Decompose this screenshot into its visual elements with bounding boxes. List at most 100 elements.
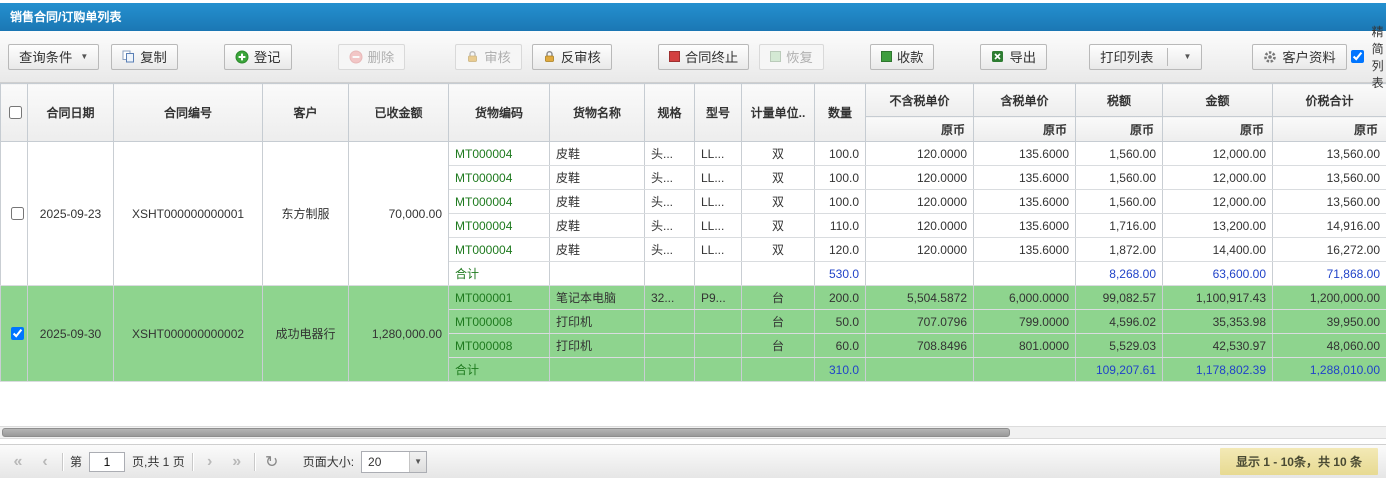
total-cell: 39,950.00 [1273, 310, 1386, 334]
row-checkbox[interactable] [11, 207, 24, 220]
excel-icon [991, 50, 1004, 63]
remove-icon [349, 50, 363, 64]
page-prefix-label: 第 [70, 453, 82, 470]
export-label: 导出 [1009, 47, 1036, 66]
row-checkbox[interactable] [11, 327, 24, 340]
compact-list-label: 精简列表 [1372, 23, 1384, 91]
separator [192, 453, 193, 471]
register-label: 登记 [254, 47, 281, 66]
spec-cell: 头... [645, 214, 695, 238]
col-contract-date: 合同日期 [28, 84, 114, 142]
price-ex-cell: 120.0000 [866, 238, 974, 262]
tax-cell: 1,872.00 [1076, 238, 1163, 262]
compact-list-toggle[interactable]: 精简列表 [1347, 23, 1384, 91]
amount-cell: 42,530.97 [1163, 334, 1273, 358]
terminate-contract-button[interactable]: 合同终止 [658, 44, 749, 70]
total-cell: 13,560.00 [1273, 166, 1386, 190]
scrollbar-thumb[interactable] [2, 428, 1010, 437]
price-in-cell: 135.6000 [974, 190, 1076, 214]
subcol-currency: 原币 [866, 117, 974, 142]
prev-page-button[interactable]: ‹ [35, 452, 55, 472]
goods-name-cell: 皮鞋 [550, 166, 645, 190]
qty-cell: 120.0 [815, 238, 866, 262]
next-page-button[interactable]: › [200, 452, 220, 472]
goods-code-cell: MT000001 [449, 286, 550, 310]
horizontal-scrollbar[interactable] [0, 426, 1386, 439]
spec-cell: 头... [645, 190, 695, 214]
unit-cell: 双 [742, 238, 815, 262]
unit-cell: 台 [742, 310, 815, 334]
amount-cell: 13,200.00 [1163, 214, 1273, 238]
delete-button: 删除 [338, 44, 406, 70]
stop-icon [669, 51, 680, 62]
empty-cell [695, 358, 742, 382]
subcol-currency: 原币 [1163, 117, 1273, 142]
record-count-status: 显示 1 - 10条，共 10 条 [1220, 448, 1378, 475]
item-row[interactable]: 2025-09-23XSHT000000000001东方制服70,000.00M… [1, 142, 1386, 166]
table-header: 合同日期 合同编号 客户 已收金额 货物编码 货物名称 规格 型号 计量单位..… [1, 84, 1386, 142]
page-number-input[interactable] [89, 452, 125, 472]
price-ex-cell: 120.0000 [866, 166, 974, 190]
collect-payment-button[interactable]: 收款 [870, 44, 935, 70]
qty-cell: 110.0 [815, 214, 866, 238]
qty-cell: 60.0 [815, 334, 866, 358]
col-contract-no: 合同编号 [114, 84, 263, 142]
price-ex-cell: 120.0000 [866, 214, 974, 238]
col-price-in-tax: 含税单价 [974, 84, 1076, 117]
empty-cell [550, 262, 645, 286]
print-list-button[interactable]: 打印列表 ▼ [1089, 44, 1202, 70]
select-all-checkbox[interactable] [9, 106, 22, 119]
col-customer: 客户 [263, 84, 349, 142]
col-goods-code: 货物编码 [449, 84, 550, 142]
col-received-amount: 已收金额 [349, 84, 449, 142]
unit-cell: 双 [742, 214, 815, 238]
gear-icon [1263, 50, 1277, 64]
copy-button[interactable]: 复制 [111, 44, 178, 70]
query-filter-label: 查询条件 [19, 47, 72, 66]
tax-cell: 1,716.00 [1076, 214, 1163, 238]
amount-cell: 35,353.98 [1163, 310, 1273, 334]
copy-icon [122, 50, 135, 63]
unit-cell: 台 [742, 334, 815, 358]
subtotal-qty-cell: 530.0 [815, 262, 866, 286]
empty-cell [866, 358, 974, 382]
item-row[interactable]: 2025-09-30XSHT000000000002成功电器行1,280,000… [1, 286, 1386, 310]
amount-cell: 14,400.00 [1163, 238, 1273, 262]
separator [62, 453, 63, 471]
subtotal-label-cell: 合计 [449, 358, 550, 382]
total-cell: 48,060.00 [1273, 334, 1386, 358]
last-page-button[interactable]: » [227, 452, 247, 472]
first-page-button[interactable]: « [8, 452, 28, 472]
compact-list-checkbox[interactable] [1351, 50, 1364, 63]
contract-date-cell: 2025-09-23 [28, 142, 114, 286]
customer-info-button[interactable]: 客户资料 [1252, 44, 1346, 70]
page-title: 销售合同/订购单列表 [0, 3, 1386, 31]
tax-cell: 1,560.00 [1076, 166, 1163, 190]
contract-no-cell: XSHT000000000001 [114, 142, 263, 286]
empty-cell [695, 262, 742, 286]
subtotal-amount-cell: 1,178,802.39 [1163, 358, 1273, 382]
amount-cell: 12,000.00 [1163, 142, 1273, 166]
goods-name-cell: 皮鞋 [550, 238, 645, 262]
unapprove-button[interactable]: 反审核 [532, 44, 612, 70]
price-ex-cell: 707.0796 [866, 310, 974, 334]
spec-cell: 32... [645, 286, 695, 310]
empty-cell [645, 262, 695, 286]
group-select-cell [1, 286, 28, 382]
export-button[interactable]: 导出 [980, 44, 1047, 70]
qty-cell: 50.0 [815, 310, 866, 334]
tax-cell: 5,529.03 [1076, 334, 1163, 358]
amount-cell: 12,000.00 [1163, 190, 1273, 214]
register-button[interactable]: 登记 [224, 44, 292, 70]
query-filter-button[interactable]: 查询条件 ▼ [8, 44, 99, 70]
model-cell: LL... [695, 190, 742, 214]
subtotal-tax-cell: 109,207.61 [1076, 358, 1163, 382]
empty-cell [866, 262, 974, 286]
page-size-select[interactable]: 20 ▼ [361, 451, 427, 473]
qty-cell: 100.0 [815, 166, 866, 190]
refresh-button[interactable]: ↻ [262, 452, 282, 472]
subtotal-qty-cell: 310.0 [815, 358, 866, 382]
qty-cell: 100.0 [815, 190, 866, 214]
model-cell: P9... [695, 286, 742, 310]
price-in-cell: 801.0000 [974, 334, 1076, 358]
